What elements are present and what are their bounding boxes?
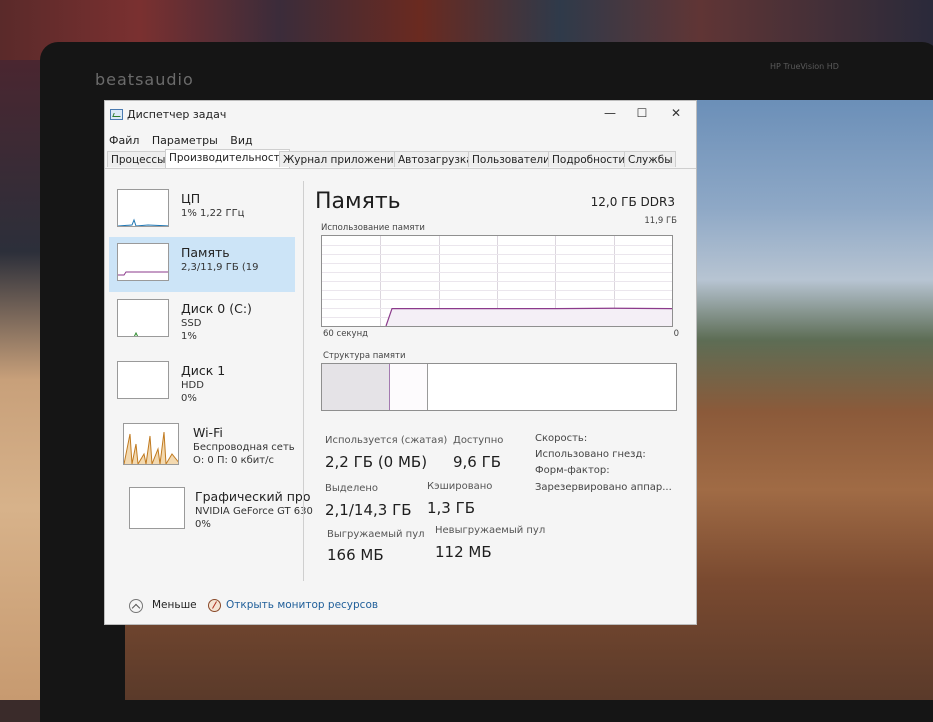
- tab-processes[interactable]: Процессы: [107, 151, 170, 167]
- sidebar-item-gpu[interactable]: Графический про NVIDIA GeForce GT 630 0%: [109, 481, 313, 536]
- task-manager-window: Диспетчер задач — ☐ ✕ Файл Параметры Вид…: [104, 100, 697, 625]
- committed-label: Выделено: [325, 483, 379, 494]
- available-label: Доступно: [453, 435, 504, 446]
- maximize-button[interactable]: ☐: [627, 103, 657, 123]
- sidebar-item-value: HDD: [181, 380, 204, 391]
- memory-spec: 12,0 ГБ DDR3: [590, 195, 675, 209]
- resource-monitor-icon[interactable]: [208, 599, 221, 612]
- footer-bar: Меньше Открыть монитор ресурсов: [105, 591, 696, 619]
- fewer-details-button[interactable]: Меньше: [152, 599, 197, 611]
- performance-sidebar: ЦП 1% 1,22 ГГц Память 2,3/11,9 ГБ (19 Ди…: [105, 169, 313, 609]
- memory-structure-bar: [321, 363, 677, 411]
- memory-usage-area: [386, 308, 672, 326]
- sidebar-item-label: Память: [181, 245, 230, 260]
- menu-file[interactable]: Файл: [109, 134, 139, 147]
- nonpaged-pool-value: 112 МБ: [435, 543, 492, 561]
- sidebar-item-label: Диск 1: [181, 363, 226, 378]
- sidebar-item-label: Wi-Fi: [193, 425, 223, 440]
- memory-detail-pane: Память 12,0 ГБ DDR3 Использование памяти…: [315, 183, 685, 603]
- gpu-thumbnail-graph: [129, 487, 185, 529]
- spec-slots: Использовано гнезд:: [535, 449, 646, 460]
- tab-services[interactable]: Службы: [624, 151, 677, 167]
- disk1-thumbnail-graph: [117, 361, 169, 399]
- in-use-label: Используется (сжатая): [325, 435, 448, 446]
- pane-divider[interactable]: [303, 181, 304, 581]
- menu-view[interactable]: Вид: [230, 134, 252, 147]
- in-use-value: 2,2 ГБ (0 МБ): [325, 453, 428, 471]
- tab-strip: Процессы Производительность Журнал прило…: [105, 149, 696, 169]
- graph-time-label: 60 секунд: [323, 329, 369, 339]
- sidebar-item-value: 0%: [195, 519, 211, 530]
- sidebar-item-memory[interactable]: Память 2,3/11,9 ГБ (19: [109, 237, 295, 292]
- wifi-thumbnail-graph: [123, 423, 179, 465]
- sidebar-item-value: 2,3/11,9 ГБ (19: [181, 262, 259, 273]
- sidebar-item-value: 1%: [181, 331, 197, 342]
- memory-thumbnail-graph: [117, 243, 169, 281]
- menu-bar: Файл Параметры Вид: [109, 134, 262, 147]
- sidebar-item-value: Беспроводная сеть: [193, 442, 295, 453]
- structure-label: Структура памяти: [323, 351, 406, 361]
- cpu-thumbnail-graph: [117, 189, 169, 227]
- graph-max-label: 11,9 ГБ: [644, 216, 677, 226]
- menu-options[interactable]: Параметры: [152, 134, 218, 147]
- window-title: Диспетчер задач: [127, 108, 227, 121]
- paged-pool-label: Выгружаемый пул: [327, 529, 425, 540]
- sidebar-item-value: 0%: [181, 393, 197, 404]
- nonpaged-pool-label: Невыгружаемый пул: [435, 525, 546, 536]
- sidebar-item-disk1[interactable]: Диск 1 HDD 0%: [109, 355, 295, 410]
- tab-users[interactable]: Пользователи: [468, 151, 554, 167]
- title-bar[interactable]: Диспетчер задач — ☐ ✕: [105, 101, 696, 129]
- spec-reserved: Зарезервировано аппар...: [535, 482, 672, 493]
- graph-zero-label: 0: [673, 329, 679, 339]
- sidebar-item-label: ЦП: [181, 191, 201, 206]
- minimize-button[interactable]: —: [595, 103, 625, 123]
- spec-speed: Скорость:: [535, 433, 588, 444]
- structure-in-use-segment: [322, 364, 390, 410]
- sidebar-item-value: О: 0 П: 0 кбит/с: [193, 455, 274, 466]
- sidebar-item-wifi[interactable]: Wi-Fi Беспроводная сеть О: 0 П: 0 кбит/с: [109, 417, 295, 472]
- sidebar-item-value: 1% 1,22 ГГц: [181, 208, 245, 219]
- chevron-up-icon[interactable]: [129, 599, 143, 613]
- camera-label: HP TrueVision HD: [770, 62, 839, 71]
- sidebar-item-label: Диск 0 (C:): [181, 301, 252, 316]
- sidebar-item-disk0[interactable]: Диск 0 (C:) SSD 1%: [109, 293, 295, 348]
- sidebar-item-value: NVIDIA GeForce GT 630: [195, 506, 313, 517]
- tab-startup[interactable]: Автозагрузка: [394, 151, 477, 167]
- available-value: 9,6 ГБ: [453, 453, 502, 471]
- task-manager-icon: [110, 109, 123, 120]
- structure-modified-segment: [390, 364, 428, 410]
- cached-label: Кэшировано: [427, 481, 493, 492]
- tab-app-history[interactable]: Журнал приложений: [279, 151, 405, 167]
- tab-details[interactable]: Подробности: [548, 151, 630, 167]
- page-title: Память: [315, 189, 401, 214]
- paged-pool-value: 166 МБ: [327, 546, 384, 564]
- close-button[interactable]: ✕: [661, 103, 691, 123]
- sidebar-item-value: SSD: [181, 318, 202, 329]
- brand-logo: beatsaudio: [95, 70, 194, 89]
- memory-usage-chart: [322, 236, 672, 326]
- sidebar-item-cpu[interactable]: ЦП 1% 1,22 ГГц: [109, 183, 295, 238]
- cached-value: 1,3 ГБ: [427, 499, 476, 517]
- committed-value: 2,1/14,3 ГБ: [325, 501, 412, 519]
- graph-label: Использование памяти: [321, 223, 425, 233]
- tab-performance[interactable]: Производительность: [165, 149, 290, 168]
- open-resource-monitor-link[interactable]: Открыть монитор ресурсов: [226, 599, 378, 611]
- spec-form-factor: Форм-фактор:: [535, 465, 610, 476]
- disk0-thumbnail-graph: [117, 299, 169, 337]
- memory-usage-graph: [321, 235, 673, 327]
- sidebar-item-label: Графический про: [195, 489, 311, 504]
